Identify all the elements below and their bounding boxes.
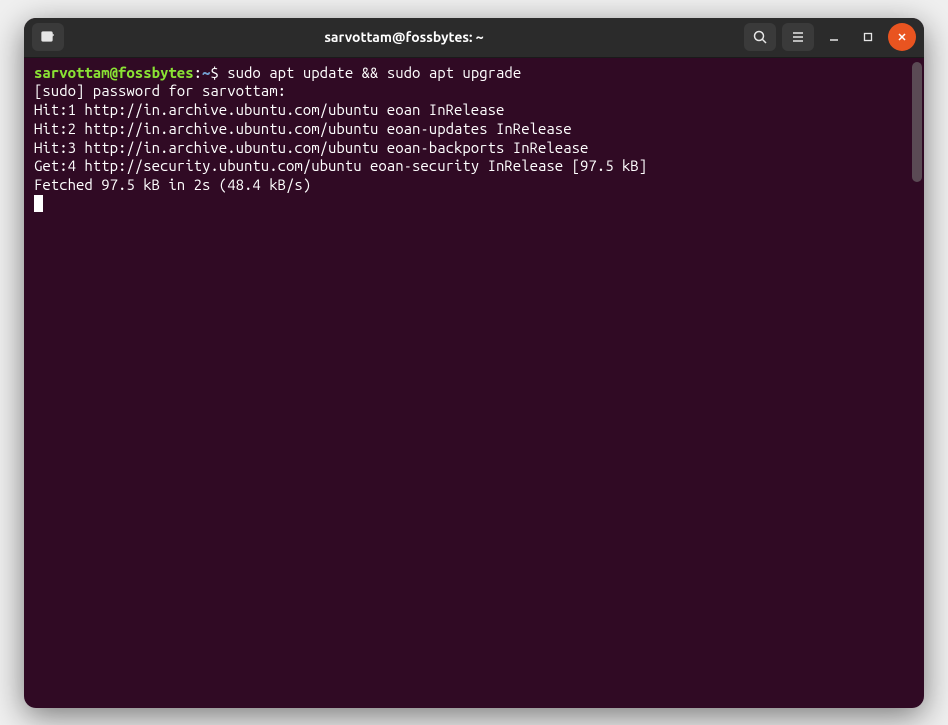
terminal-window: sarvottam@fossbytes: ~ <box>24 18 924 708</box>
command-text: sudo apt update && sudo apt upgrade <box>227 64 521 81</box>
maximize-icon <box>862 31 874 43</box>
menu-button[interactable] <box>782 23 814 51</box>
hamburger-menu-icon <box>790 29 806 45</box>
titlebar-left-controls <box>32 23 64 51</box>
maximize-button[interactable] <box>854 23 882 51</box>
output-line: [sudo] password for sarvottam: <box>34 82 286 99</box>
output-line: Hit:1 http://in.archive.ubuntu.com/ubunt… <box>34 101 504 118</box>
window-title: sarvottam@fossbytes: ~ <box>70 29 738 45</box>
terminal-content: sarvottam@fossbytes:~$ sudo apt update &… <box>34 64 914 214</box>
prompt-separator: : <box>194 64 202 81</box>
titlebar-right-controls <box>744 23 916 51</box>
output-line: Fetched 97.5 kB in 2s (48.4 kB/s) <box>34 176 311 193</box>
minimize-icon <box>828 31 840 43</box>
close-button[interactable] <box>888 23 916 51</box>
output-line: Hit:2 http://in.archive.ubuntu.com/ubunt… <box>34 120 572 137</box>
output-line: Hit:3 http://in.archive.ubuntu.com/ubunt… <box>34 139 588 156</box>
search-button[interactable] <box>744 23 776 51</box>
window-titlebar: sarvottam@fossbytes: ~ <box>24 18 924 58</box>
output-line: Get:4 http://security.ubuntu.com/ubuntu … <box>34 157 647 174</box>
scrollbar-thumb[interactable] <box>912 62 922 182</box>
minimize-button[interactable] <box>820 23 848 51</box>
prompt-user-host: sarvottam@fossbytes <box>34 64 194 81</box>
search-icon <box>752 29 768 45</box>
new-tab-button[interactable] <box>32 23 64 51</box>
new-tab-icon <box>40 29 56 45</box>
terminal-cursor <box>34 195 43 212</box>
prompt-symbol: $ <box>210 64 218 81</box>
terminal-body[interactable]: sarvottam@fossbytes:~$ sudo apt update &… <box>24 58 924 708</box>
close-icon <box>896 31 908 43</box>
